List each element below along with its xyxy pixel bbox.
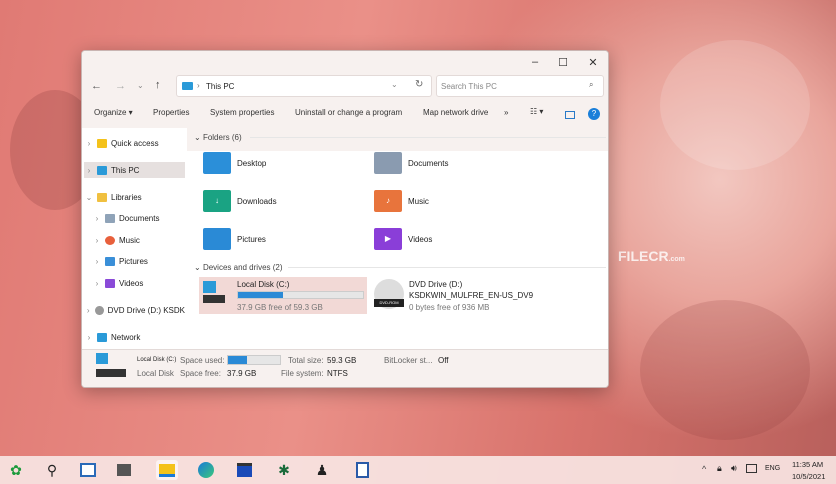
sidebar-item-libraries[interactable]: ⌄ Libraries bbox=[84, 189, 185, 205]
desktop-folder-icon bbox=[203, 152, 231, 174]
downloads-folder-icon: ↓ bbox=[203, 190, 231, 212]
videos-icon bbox=[105, 278, 115, 288]
folder-pictures[interactable]: Pictures bbox=[203, 228, 266, 250]
help-icon[interactable]: ? bbox=[588, 108, 600, 120]
folder-downloads[interactable]: ↓ Downloads bbox=[203, 190, 277, 212]
volume-icon[interactable]: 🔊︎ bbox=[731, 463, 737, 474]
folder-desktop[interactable]: Desktop bbox=[203, 152, 266, 174]
minimize-button[interactable]: – bbox=[520, 53, 550, 71]
pictures-folder-icon bbox=[203, 228, 231, 250]
show-hidden-icons[interactable]: ^ bbox=[702, 464, 706, 474]
sidebar-item-music[interactable]: › Music bbox=[84, 232, 185, 248]
windows-drive-icon bbox=[203, 281, 216, 293]
organize-button[interactable]: Organize ▾ bbox=[94, 108, 133, 117]
system-properties-button[interactable]: System properties bbox=[210, 108, 274, 117]
forward-button[interactable]: → bbox=[115, 80, 126, 92]
maximize-button[interactable]: ☐ bbox=[548, 53, 578, 71]
security-icon[interactable]: 🔒︎ bbox=[717, 463, 722, 474]
properties-button[interactable]: Properties bbox=[153, 108, 189, 117]
search-icon: ⌕ bbox=[589, 80, 594, 89]
address-text: This PC bbox=[206, 82, 235, 91]
search-input[interactable]: Search This PC bbox=[441, 82, 497, 91]
drive-local-disk[interactable]: Local Disk (C:) 37.9 GB free of 59.3 GB bbox=[199, 277, 367, 314]
recent-dropdown[interactable]: ⌄ bbox=[137, 81, 144, 90]
videos-folder-icon: ▶ bbox=[374, 228, 402, 250]
bug-app-icon[interactable]: ✱ bbox=[274, 460, 294, 480]
network-icon bbox=[97, 332, 107, 342]
clock-time[interactable]: 11:35 AM bbox=[792, 460, 823, 469]
music-folder-icon: ♪ bbox=[374, 190, 402, 212]
file-explorer-window: – ☐ ✕ ← → ⌄ ↑ › This PC ⌄ ↻ Search This … bbox=[81, 50, 609, 388]
search-box[interactable]: Search This PC ⌕ bbox=[436, 75, 604, 97]
documents-folder-icon bbox=[374, 152, 402, 174]
start-button[interactable]: ✿ bbox=[6, 460, 26, 480]
folder-documents[interactable]: Documents bbox=[374, 152, 448, 174]
windows-drive-icon bbox=[96, 353, 108, 364]
language-indicator[interactable]: ENG bbox=[765, 465, 780, 472]
local-disk-usage-bar bbox=[237, 291, 364, 299]
disk-icon bbox=[96, 369, 126, 377]
back-button[interactable]: ← bbox=[91, 80, 102, 92]
up-button[interactable]: ↑ bbox=[155, 79, 161, 91]
search-taskbar-icon[interactable]: ⚲ bbox=[42, 460, 62, 480]
libraries-icon bbox=[97, 192, 107, 202]
taskbar: ✿ ⚲ ✱ ♟ ^ 🔒︎ 🔊︎ ENG 11:35 AM 10/5/2021 bbox=[0, 456, 836, 484]
pictures-icon bbox=[105, 256, 115, 266]
edge-icon[interactable] bbox=[196, 460, 216, 480]
sidebar-item-quick-access[interactable]: › Quick access bbox=[84, 135, 185, 151]
sidebar-item-this-pc[interactable]: › This PC bbox=[84, 162, 185, 178]
file-explorer-taskbar-icon[interactable] bbox=[156, 460, 178, 480]
view-options-icon[interactable]: ☷ ▾ bbox=[530, 107, 543, 116]
sidebar-item-pictures[interactable]: › Pictures bbox=[84, 253, 185, 269]
refresh-icon[interactable]: ↻ bbox=[415, 79, 423, 90]
computer-icon bbox=[182, 82, 193, 90]
watermark: FILECR.com bbox=[618, 248, 685, 264]
notepad-app-icon[interactable] bbox=[352, 460, 372, 480]
address-dropdown[interactable]: ⌄ bbox=[391, 80, 398, 89]
close-button[interactable]: ✕ bbox=[578, 53, 608, 71]
sidebar-item-network[interactable]: › Network bbox=[84, 329, 185, 345]
widgets-icon[interactable] bbox=[114, 460, 134, 480]
clock-date[interactable]: 10/5/2021 bbox=[792, 472, 825, 481]
computer-icon bbox=[97, 165, 107, 175]
documents-icon bbox=[105, 213, 115, 223]
music-icon bbox=[105, 235, 115, 245]
star-icon bbox=[97, 138, 107, 148]
task-view-icon[interactable] bbox=[78, 460, 98, 480]
more-button[interactable]: » bbox=[504, 108, 508, 117]
sidebar-item-videos[interactable]: › Videos bbox=[84, 275, 185, 291]
content-pane: ⌄ Folders (6) Desktop Documents ↓ Downloa… bbox=[188, 128, 608, 349]
network-status-icon[interactable] bbox=[746, 464, 757, 473]
agent-app-icon[interactable]: ♟ bbox=[312, 460, 332, 480]
folders-header[interactable]: ⌄ Folders (6) bbox=[194, 133, 242, 142]
address-bar[interactable]: › This PC ⌄ ↻ bbox=[176, 75, 432, 97]
uninstall-button[interactable]: Uninstall or change a program bbox=[295, 108, 402, 117]
drives-header[interactable]: ⌄ Devices and drives (2) bbox=[194, 263, 283, 272]
navigation-pane: › Quick access › This PC ⌄ Libraries › Docum… bbox=[82, 128, 187, 349]
folder-videos[interactable]: ▶ Videos bbox=[374, 228, 432, 250]
map-network-drive-button[interactable]: Map network drive bbox=[423, 108, 488, 117]
store-icon[interactable] bbox=[234, 460, 254, 480]
sidebar-item-documents[interactable]: › Documents bbox=[84, 210, 185, 226]
details-pane: Local Disk (C:) Local Disk Space used: S… bbox=[82, 349, 608, 387]
sidebar-item-dvd-drive[interactable]: › DVD Drive (D:) KSDK bbox=[84, 302, 185, 318]
space-used-bar bbox=[227, 355, 281, 365]
drive-dvd[interactable]: DVD-ROM DVD Drive (D:) KSDKWIN_MULFRE_EN… bbox=[374, 277, 604, 314]
preview-pane-icon[interactable] bbox=[565, 111, 575, 119]
dvd-icon bbox=[95, 305, 104, 315]
folder-music[interactable]: ♪ Music bbox=[374, 190, 429, 212]
